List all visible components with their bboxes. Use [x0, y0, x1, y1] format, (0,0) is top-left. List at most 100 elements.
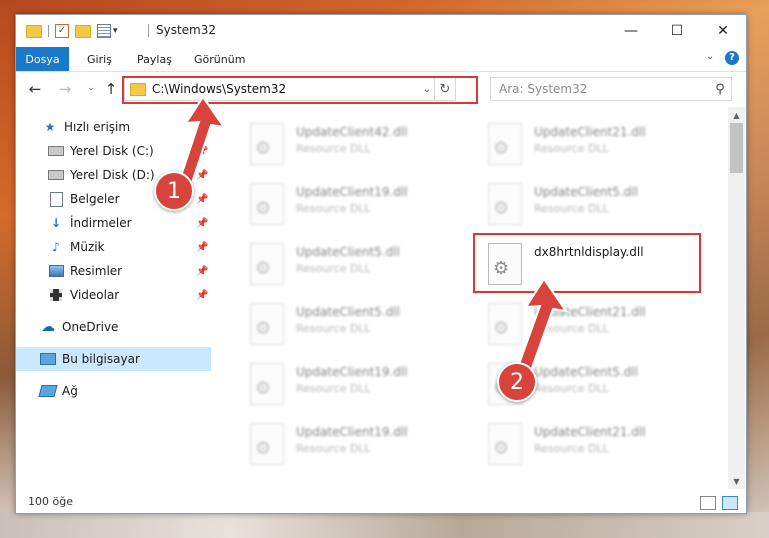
new-folder-icon[interactable] [75, 24, 91, 38]
nav-item-label: İndirmeler [70, 216, 132, 230]
search-box[interactable]: Ara: System32 ⚲ [490, 77, 732, 101]
file-name: UpdateClient21.dll [534, 425, 646, 439]
chevron-down-icon[interactable]: ▾ [113, 26, 118, 36]
dll-file-icon [488, 123, 522, 165]
file-item[interactable]: UpdateClient21.dll Resource DLL [476, 119, 676, 171]
downloads-icon: ↓ [50, 216, 62, 230]
nav-item-label: Bu bilgisayar [62, 352, 140, 366]
expand-ribbon-icon[interactable]: ⌄ [706, 51, 714, 62]
music-icon: ♪ [52, 240, 60, 254]
star-icon: ★ [44, 120, 56, 134]
file-type: Resource DLL [534, 442, 609, 455]
file-name: UpdateClient19.dll [296, 425, 408, 439]
file-name: UpdateClient42.dll [296, 125, 408, 139]
nav-item-label: Ağ [62, 384, 78, 398]
file-item[interactable]: UpdateClient19.dll Resource DLL [238, 359, 438, 411]
documents-icon [48, 191, 64, 207]
nav-item-music[interactable]: ♪ Müzik 📌 [16, 235, 211, 259]
search-icon[interactable]: ⚲ [709, 82, 731, 97]
file-type: Resource DLL [296, 382, 371, 395]
vertical-scrollbar[interactable]: ▲ ▼ [728, 107, 745, 489]
dll-file-icon [250, 363, 284, 405]
recent-locations-icon[interactable]: ⌄ [82, 79, 100, 97]
file-name: UpdateClient5.dll [296, 245, 400, 259]
title-divider [148, 24, 149, 37]
nav-item-videos[interactable]: Videolar 📌 [16, 283, 211, 307]
file-item[interactable]: UpdateClient5.dll Resource DLL [476, 179, 676, 231]
scroll-thumb[interactable] [730, 123, 743, 173]
cloud-icon: ☁ [41, 319, 55, 335]
file-item[interactable]: UpdateClient5.dll Resource DLL [238, 299, 438, 351]
nav-item-network[interactable]: Ağ [16, 379, 211, 403]
nav-item-label: Yerel Disk (D:) [70, 168, 155, 182]
folder-icon [26, 24, 42, 38]
file-name: UpdateClient19.dll [296, 185, 408, 199]
computer-icon [40, 352, 56, 366]
back-arrow-icon[interactable]: ← [26, 80, 44, 98]
file-type: Resource DLL [296, 322, 371, 335]
properties-icon[interactable] [97, 24, 111, 38]
file-list: UpdateClient42.dll Resource DLL UpdateCl… [226, 107, 726, 489]
nav-item-label: Belgeler [70, 192, 120, 206]
dll-file-icon [488, 423, 522, 465]
tab-home[interactable]: Giriş [87, 47, 112, 71]
nav-item-pictures[interactable]: Resimler 📌 [16, 259, 211, 283]
nav-item-this-pc[interactable]: Bu bilgisayar [16, 347, 211, 371]
minimize-button[interactable]: — [608, 15, 654, 47]
nav-item-downloads[interactable]: ↓ İndirmeler 📌 [16, 211, 211, 235]
desktop-background-bottom [0, 512, 769, 538]
nav-item-label: Müzik [70, 240, 105, 254]
pin-icon: 📌 [196, 289, 209, 301]
dll-file-icon [488, 183, 522, 225]
file-type: Resource DLL [534, 142, 609, 155]
file-name: UpdateClient21.dll [534, 125, 646, 139]
pin-icon: 📌 [196, 217, 209, 229]
file-item[interactable]: UpdateClient42.dll Resource DLL [238, 119, 438, 171]
properties-check-icon[interactable]: ✓ [55, 24, 69, 38]
window-title: System32 [156, 23, 217, 37]
up-arrow-icon[interactable]: ↑ [102, 80, 120, 98]
nav-item-onedrive[interactable]: ☁ OneDrive [16, 315, 211, 339]
dll-file-icon [250, 183, 284, 225]
dll-file-icon [250, 123, 284, 165]
scroll-up-icon[interactable]: ▲ [728, 107, 745, 123]
file-name: UpdateClient5.dll [296, 305, 400, 319]
pin-icon: 📌 [196, 241, 209, 253]
network-icon [38, 384, 58, 398]
title-bar: ✓ ▾ System32 — ☐ ✕ [16, 15, 746, 47]
scroll-down-icon[interactable]: ▼ [728, 473, 745, 489]
file-item[interactable]: UpdateClient19.dll Resource DLL [238, 419, 438, 471]
callout-badge-2: 2 [497, 362, 537, 402]
search-input[interactable]: Ara: System32 [491, 82, 709, 96]
drive-icon [48, 144, 64, 158]
tab-view[interactable]: Görünüm [194, 47, 245, 71]
file-type: Resource DLL [296, 202, 371, 215]
tab-file[interactable]: Dosya [16, 47, 69, 71]
large-icons-view-icon[interactable] [722, 496, 738, 510]
item-count: 100 öğe [28, 495, 73, 508]
file-explorer-window: ✓ ▾ System32 — ☐ ✕ Dosya Giriş Paylaş Gö… [15, 14, 747, 514]
file-item[interactable]: UpdateClient19.dll Resource DLL [238, 179, 438, 231]
nav-item-label: Yerel Disk (C:) [70, 144, 154, 158]
pictures-icon [48, 264, 64, 278]
videos-icon [48, 288, 64, 302]
nav-item-label: OneDrive [62, 320, 119, 334]
file-type: Resource DLL [296, 442, 371, 455]
maximize-button[interactable]: ☐ [654, 15, 700, 47]
forward-arrow-icon[interactable]: → [56, 80, 74, 98]
file-name: UpdateClient19.dll [296, 365, 408, 379]
help-icon[interactable]: ? [725, 51, 739, 65]
tab-share[interactable]: Paylaş [137, 47, 172, 71]
drive-icon [48, 168, 64, 182]
nav-item-label: Hızlı erişim [64, 120, 131, 134]
file-type: Resource DLL [534, 202, 609, 215]
file-name: UpdateClient5.dll [534, 185, 638, 199]
file-type: Resource DLL [296, 142, 371, 155]
file-item[interactable]: UpdateClient21.dll Resource DLL [476, 419, 676, 471]
details-view-icon[interactable] [700, 496, 716, 510]
nav-item-label: Videolar [70, 288, 120, 302]
file-type: Resource DLL [296, 262, 371, 275]
file-item[interactable]: UpdateClient5.dll Resource DLL [238, 239, 438, 291]
dll-file-icon [250, 423, 284, 465]
close-button[interactable]: ✕ [700, 15, 746, 47]
